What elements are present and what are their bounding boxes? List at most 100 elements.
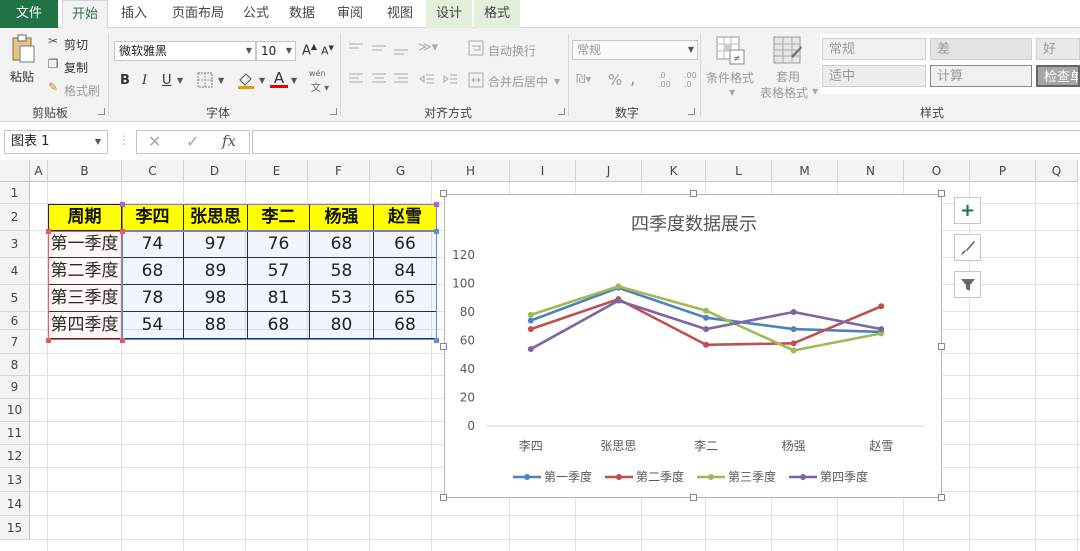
table-header-cell[interactable]: 李二 [248,204,310,231]
table-value-cell[interactable]: 76 [248,231,310,258]
column-header-M[interactable]: M [772,160,838,182]
table-value-cell[interactable]: 53 [310,285,374,312]
data-point[interactable] [527,317,534,324]
row-header-15[interactable]: 15 [0,516,30,540]
number-format-select[interactable]: 常规 ▼ [572,40,698,60]
range-resize-handle[interactable] [434,229,439,234]
data-point[interactable] [878,303,885,310]
row-header-1[interactable]: 1 [0,182,30,204]
comma-button[interactable]: , [630,68,636,89]
select-all-corner[interactable] [0,160,30,182]
table-format-button-line2[interactable]: 表格格式 [760,84,808,101]
chevron-down-icon[interactable]: ▼ [291,76,297,85]
chart-resize-handle[interactable] [938,343,945,350]
range-resize-handle[interactable] [46,229,51,234]
column-header-C[interactable]: C [122,160,184,182]
confirm-icon[interactable]: ✓ [186,132,199,151]
tab-formulas[interactable]: 公式 [236,0,276,28]
chart-filters-button[interactable] [954,271,981,298]
row-header-5[interactable]: 5 [0,285,30,312]
range-resize-handle[interactable] [434,202,439,207]
data-point[interactable] [790,326,797,333]
series-line-2[interactable] [530,297,882,347]
bold-button[interactable]: B [120,73,130,88]
paste-icon[interactable] [10,34,36,64]
clipboard-launcher-icon[interactable] [98,108,105,115]
table-format-button-line1[interactable]: 套用 [776,68,800,85]
chevron-down-icon[interactable]: ▼ [259,76,265,85]
column-header-B[interactable]: B [48,160,122,182]
row-header-11[interactable]: 11 [0,422,30,445]
table-value-cell[interactable]: 80 [310,312,374,339]
table-value-cell[interactable]: 89 [184,258,248,285]
range-resize-handle[interactable] [120,229,125,234]
tab-review[interactable]: 审阅 [330,0,370,28]
table-value-cell[interactable]: 68 [310,231,374,258]
copy-button[interactable]: 复制 [64,59,88,76]
merge-center-button[interactable]: 合并后居中 [488,73,548,90]
data-point[interactable] [703,314,709,321]
column-header-G[interactable]: G [370,160,432,182]
table-value-cell[interactable]: 65 [374,285,437,312]
table-value-cell[interactable]: 54 [122,312,184,339]
row-header-2[interactable]: 2 [0,204,30,231]
chevron-down-icon[interactable]: ▼ [177,76,183,85]
row-header-12[interactable]: 12 [0,445,30,468]
chart-elements-button[interactable]: + [954,197,981,224]
table-value-cell[interactable]: 66 [374,231,437,258]
range-resize-handle[interactable] [46,338,51,343]
table-value-cell[interactable]: 74 [122,231,184,258]
row-header-9[interactable]: 9 [0,376,30,399]
row-header-13[interactable]: 13 [0,468,30,492]
shrink-font-button[interactable]: A▼ [321,44,334,58]
conditional-format-button[interactable]: 条件格式 [706,69,754,86]
chart-resize-handle[interactable] [938,494,945,501]
data-point[interactable] [527,326,534,333]
cell-style-good[interactable]: 好 [1036,38,1080,60]
table-value-cell[interactable]: 98 [184,285,248,312]
chart-resize-handle[interactable] [440,190,447,197]
row-header-10[interactable]: 10 [0,399,30,422]
data-point[interactable] [527,311,534,318]
column-header-F[interactable]: F [308,160,370,182]
table-header-cell[interactable]: 赵雪 [374,204,437,231]
chart-styles-button[interactable] [954,234,981,261]
row-header-3[interactable]: 3 [0,231,30,258]
tab-design[interactable]: 设计 [426,0,472,28]
tab-page-layout[interactable]: 页面布局 [162,0,234,28]
column-header-L[interactable]: L [706,160,772,182]
chevron-down-icon[interactable]: ▼ [729,88,735,97]
table-value-cell[interactable]: 97 [184,231,248,258]
phonetic-button[interactable]: wén [309,69,326,78]
underline-button[interactable]: U [162,73,172,88]
column-header-A[interactable]: A [30,160,48,182]
grow-font-button[interactable]: A▲ [302,42,317,58]
table-value-cell[interactable]: 68 [248,312,310,339]
tab-view[interactable]: 视图 [380,0,420,28]
tab-file[interactable]: 文件 [0,0,58,28]
font-name-select[interactable]: 微软雅黑 ▼ [114,41,256,61]
alignment-launcher-icon[interactable] [558,108,565,115]
vertical-align-icons[interactable] [348,42,412,56]
orientation-icon[interactable]: ≫▾ [418,40,438,55]
fill-color-icon[interactable] [236,70,256,90]
chart-title[interactable]: 四季度数据展示 [631,214,757,235]
table-value-cell[interactable]: 68 [374,312,437,339]
wrap-text-button[interactable]: 自动换行 [488,42,536,59]
number-launcher-icon[interactable] [688,108,695,115]
tab-data[interactable]: 数据 [282,0,322,28]
column-header-E[interactable]: E [246,160,308,182]
legend-label-1[interactable]: 第一季度 [544,469,592,484]
tab-home[interactable]: 开始 [62,0,108,29]
paste-button[interactable]: 粘贴 [10,68,34,85]
line-chart[interactable]: 四季度数据展示 0 20 40 60 80 100 120 李四 张思思 李二 杨强 赵雪第一季度 第二… [445,195,943,499]
currency-icon[interactable]: ₪▾ [576,72,591,86]
insert-function-button[interactable]: fx [222,132,236,150]
table-value-cell[interactable]: 88 [184,312,248,339]
data-point[interactable] [615,283,622,290]
table-row-label[interactable]: 第一季度 [48,231,122,258]
table-header-cell[interactable]: 杨强 [310,204,374,231]
row-header-6[interactable]: 6 [0,312,30,330]
cell-style-normal[interactable]: 常规 [822,38,926,60]
cell-style-neutral[interactable]: 适中 [822,65,926,87]
